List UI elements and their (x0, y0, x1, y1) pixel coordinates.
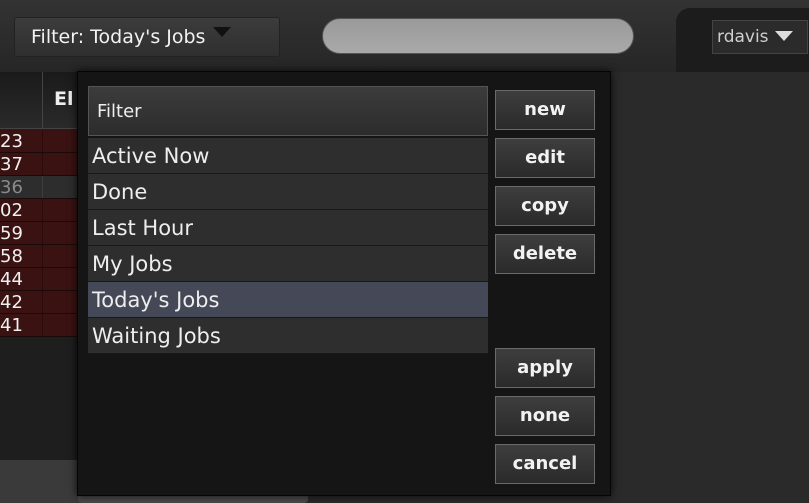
filter-list-item[interactable]: Waiting Jobs (88, 318, 488, 354)
filter-label: Filter: Today's Jobs (31, 26, 206, 48)
column-divider (42, 245, 43, 267)
jobs-table-header: El (0, 72, 80, 129)
table-cell: 23 (0, 131, 23, 152)
table-cell: 37 (0, 154, 23, 175)
filter-list-header: Filter (88, 86, 488, 136)
column-header[interactable]: El (54, 88, 74, 110)
table-row[interactable]: 02 (0, 199, 80, 222)
column-divider (42, 291, 43, 313)
column-divider (42, 176, 43, 198)
column-divider (42, 130, 43, 152)
table-cell: 44 (0, 269, 23, 290)
column-divider (42, 153, 43, 175)
username: rdavis (717, 27, 769, 47)
filter-list-item[interactable]: Today's Jobs (88, 282, 488, 318)
edit-button[interactable]: edit (495, 138, 595, 178)
table-row[interactable]: 58 (0, 245, 80, 268)
cancel-button[interactable]: cancel (495, 444, 595, 484)
filter-list-item[interactable]: Done (88, 174, 488, 210)
table-cell: 36 (0, 177, 23, 198)
none-button[interactable]: none (495, 396, 595, 436)
user-menu-button[interactable]: rdavis (712, 20, 808, 54)
filter-list-item[interactable]: My Jobs (88, 246, 488, 282)
table-row[interactable]: 44 (0, 268, 80, 291)
column-divider (42, 222, 43, 244)
table-row[interactable]: 36 (0, 176, 80, 199)
table-row[interactable]: 42 (0, 291, 80, 314)
column-divider (42, 72, 43, 128)
column-divider (42, 268, 43, 290)
table-cell: 58 (0, 246, 23, 267)
delete-button[interactable]: delete (495, 234, 595, 274)
toolbar: Filter: Today's Jobs rdavis (0, 0, 809, 72)
table-cell: 42 (0, 292, 23, 313)
search-input[interactable] (322, 18, 634, 54)
table-row[interactable]: 41 (0, 314, 80, 337)
apply-button[interactable]: apply (495, 348, 595, 388)
column-divider (42, 199, 43, 221)
column-divider (42, 314, 43, 336)
filter-list: Active Now Done Last Hour My Jobs Today's Jo… (88, 138, 488, 354)
filter-dropdown-button[interactable]: Filter: Today's Jobs (14, 17, 280, 57)
jobs-table-body: 23 37 36 02 59 58 44 42 41 (0, 130, 80, 337)
table-cell: 41 (0, 315, 23, 336)
new-button[interactable]: new (495, 90, 595, 130)
table-row[interactable]: 37 (0, 153, 80, 176)
table-row[interactable]: 23 (0, 130, 80, 153)
table-cell: 02 (0, 200, 23, 221)
filter-list-item[interactable]: Active Now (88, 138, 488, 174)
table-row[interactable]: 59 (0, 222, 80, 245)
status-bar (0, 460, 80, 503)
chevron-down-icon (774, 31, 793, 41)
table-cell: 59 (0, 223, 23, 244)
filter-list-item[interactable]: Last Hour (88, 210, 488, 246)
copy-button[interactable]: copy (495, 186, 595, 226)
chevron-down-icon (213, 27, 232, 37)
